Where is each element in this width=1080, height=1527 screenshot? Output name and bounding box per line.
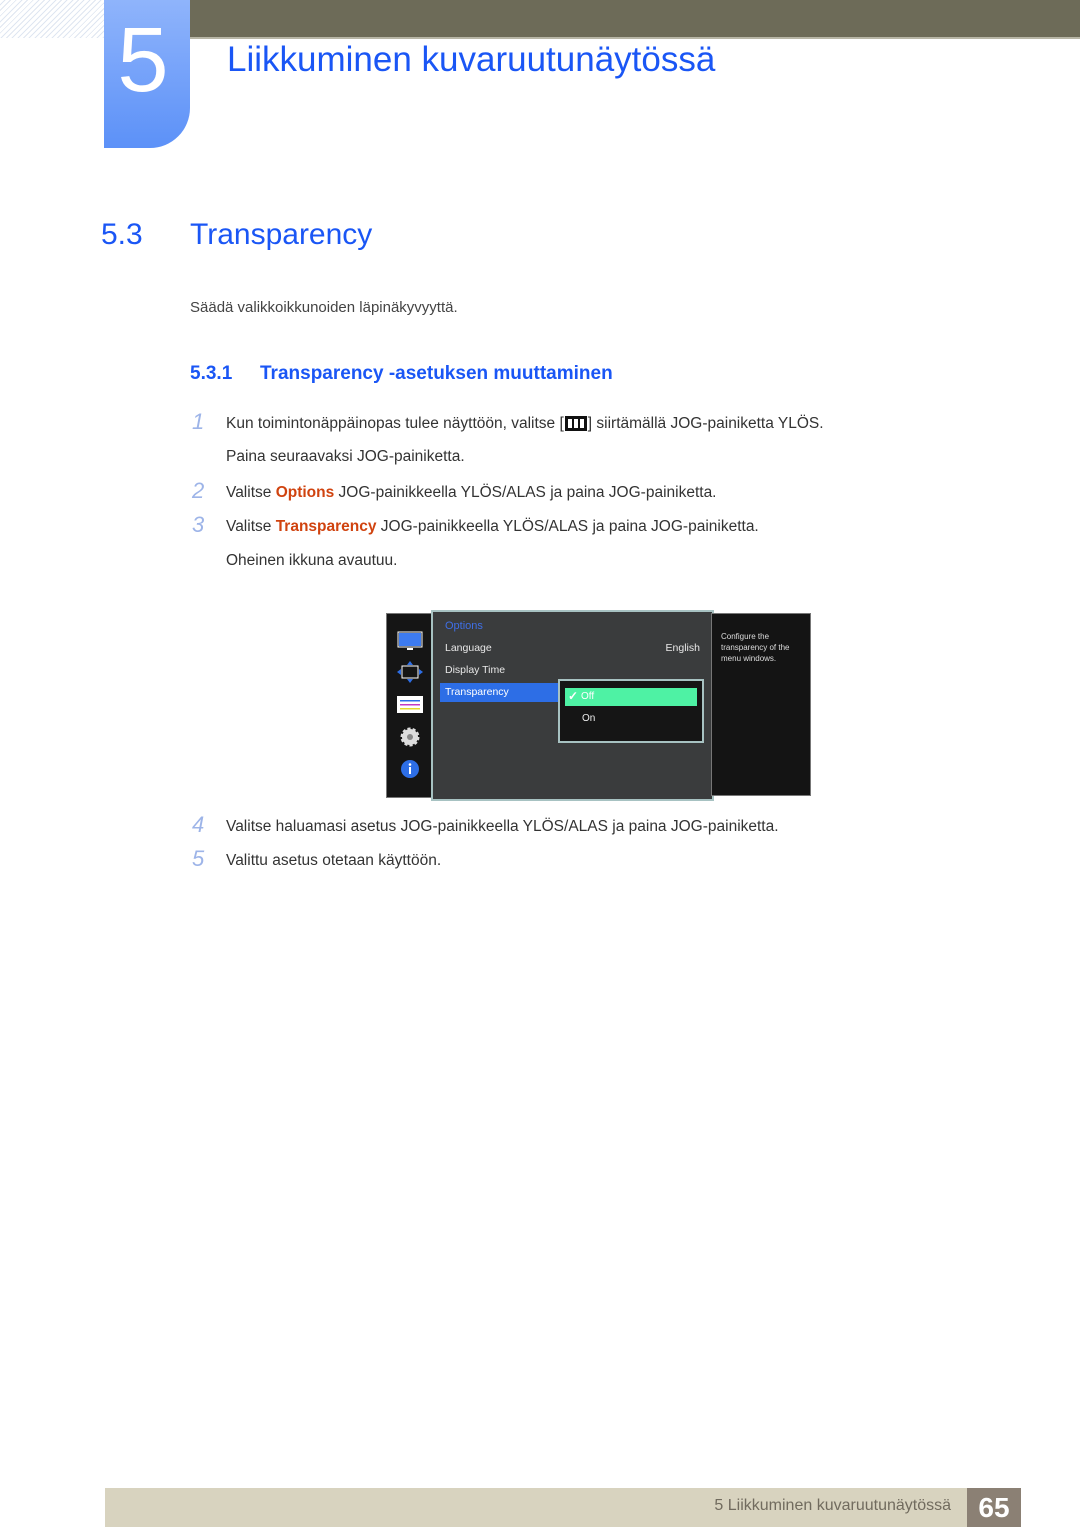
osd-language-value: English [665, 642, 700, 654]
osd-item-transparency[interactable]: Transparency [440, 683, 560, 702]
step-text: Kun toimintonäppäinopas tulee näyttöön, … [226, 415, 824, 433]
check-icon: ✓ [568, 689, 579, 703]
step-text-part: JOG-painikkeella YLÖS/ALAS ja paina JOG-… [376, 518, 759, 535]
section-number: 5.3 [101, 218, 143, 251]
chapter-number: 5 [117, 9, 169, 111]
color-bars-icon [397, 696, 423, 713]
header-bar [185, 0, 1080, 39]
step-number: 5 [192, 846, 205, 871]
step-text: Valittu asetus otetaan käyttöön. [226, 852, 442, 869]
step-text-part: Valitse [226, 484, 276, 501]
osd-item-transparency-label: Transparency [445, 686, 509, 698]
section-intro: Säädä valikkoikkunoiden läpinäkyvyyttä. [190, 299, 458, 316]
menu-icon [564, 416, 587, 431]
step-text-part: Kun toimintonäppäinopas tulee näyttöön, … [226, 415, 564, 432]
monitor-icon [397, 631, 423, 650]
step-number: 1 [192, 409, 205, 434]
osd-options-menu: Options Language English Display Time Tr… [431, 610, 714, 801]
section-title: Transparency [190, 218, 373, 251]
footer-chapter-text: 5 Liikkuminen kuvaruutunäytössä [714, 1497, 951, 1514]
header-hatch-decoration [0, 0, 104, 38]
step-text-line2: Paina seuraavaksi JOG-painiketta. [226, 448, 465, 465]
osd-item-language[interactable]: Language [445, 642, 492, 654]
step-text-part: JOG-painikkeella YLÖS/ALAS ja paina JOG-… [334, 484, 717, 501]
osd-help-text: Configure the transparency of the menu w… [721, 632, 790, 663]
osd-option-on[interactable]: On [582, 713, 595, 724]
step-text-line2: Oheinen ikkuna avautuu. [226, 552, 398, 569]
step-text: Valitse Transparency JOG-painikkeella YL… [226, 518, 759, 536]
step-text: Valitse Options JOG-painikkeella YLÖS/AL… [226, 484, 717, 502]
highlight-options: Options [275, 484, 335, 501]
osd-transparency-submenu: ✓ Off On [558, 679, 704, 743]
step-number: 4 [192, 812, 205, 837]
subsection-number: 5.3.1 [190, 363, 233, 384]
step-text-part: ] siirtämällä JOG-painiketta YLÖS. [587, 415, 824, 432]
info-icon [401, 760, 419, 778]
highlight-transparency: Transparency [275, 518, 377, 535]
osd-option-off-label: Off [581, 691, 595, 702]
page-footer: 5 Liikkuminen kuvaruutunäytössä [105, 1488, 1021, 1527]
osd-side-panel [386, 613, 434, 798]
gear-icon [400, 727, 420, 747]
osd-menu-heading: Options [445, 620, 483, 632]
subsection-title: Transparency -asetuksen muuttaminen [260, 363, 613, 384]
osd-help-panel: Configure the transparency of the menu w… [711, 613, 811, 796]
osd-option-off[interactable]: ✓ Off [565, 688, 697, 706]
step-number: 3 [192, 512, 205, 537]
page-number: 65 [967, 1488, 1021, 1527]
step-text: Valitse haluamasi asetus JOG-painikkeell… [226, 818, 779, 835]
size-position-icon [397, 661, 423, 683]
chapter-tab: 5 [104, 0, 190, 148]
step-text-part: Valitse [226, 518, 276, 535]
chapter-title: Liikkuminen kuvaruutunäytössä [227, 40, 716, 79]
osd-item-display-time[interactable]: Display Time [445, 664, 505, 676]
step-number: 2 [192, 478, 205, 503]
